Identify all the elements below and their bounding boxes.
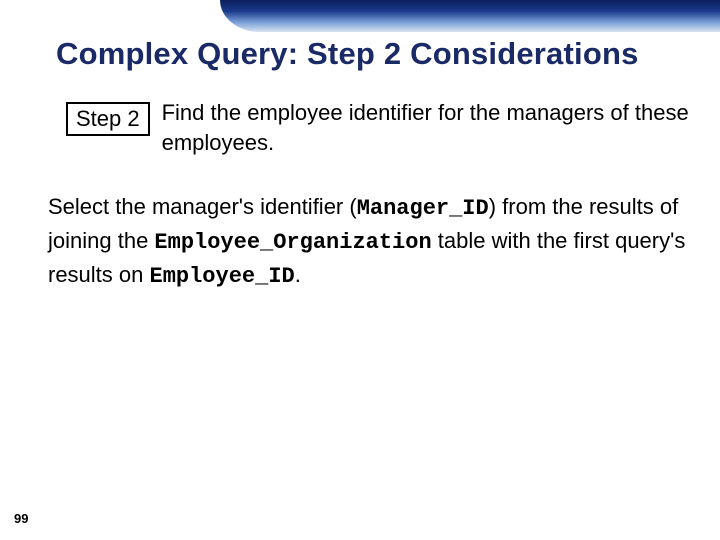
page-title: Complex Query: Step 2 Considerations [56,36,690,72]
body-paragraph: Select the manager's identifier (Manager… [48,191,690,293]
page-number: 99 [14,511,28,526]
code-manager-id: Manager_ID [357,196,489,221]
slide-content: Complex Query: Step 2 Considerations Ste… [0,0,720,540]
body-text-4: . [295,262,301,287]
step-row: Step 2 Find the employee identifier for … [66,98,690,157]
code-employee-id: Employee_ID [150,264,295,289]
step-badge: Step 2 [66,102,150,136]
code-employee-organization: Employee_Organization [154,230,431,255]
body-text-1: Select the manager's identifier ( [48,194,357,219]
step-description: Find the employee identifier for the man… [162,98,690,157]
